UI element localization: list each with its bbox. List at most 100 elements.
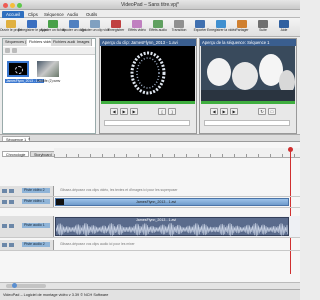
zoom-slider-handle[interactable] [12,283,17,288]
audio-track-1-name: Piste audio 1 [22,223,50,228]
track-lock-icon[interactable] [2,224,7,228]
timeline-panel: Chronologie Storyboard Piste vidéo 2 Gli… [0,141,300,289]
sequence-next-icon[interactable]: ▶ [230,108,238,115]
save-icon [27,20,37,28]
timeline-scrollbar[interactable] [0,282,300,289]
toolbar-blank-clip-button[interactable]: Ajouter un clip vide [81,19,110,36]
help-icon [279,20,289,28]
bin-view-icon[interactable] [5,48,10,53]
blank-clip-icon [90,20,100,28]
video-track-2-name: Piste vidéo 2 [22,188,50,193]
clip-timecode-bar [104,120,190,126]
clip-trim-bar[interactable] [101,101,195,104]
playhead-handle-icon[interactable] [288,147,293,152]
sequence-timecode-bar [204,120,290,126]
track-visibility-icon[interactable] [9,189,14,193]
clip-play-icon[interactable]: ▶ [120,108,128,115]
add-object-icon [69,20,79,28]
tab-accueil[interactable]: Accueil [2,11,25,18]
menu-tab-bar: Accueil Clips Séquence Audio Outils [0,10,300,18]
window-title: VideoPad – Sans titre.vpj* [120,2,179,8]
bin-tab-images[interactable]: Images [75,39,93,46]
bin-thumb-image [15,66,23,74]
video-track-1-name: Piste vidéo 1 [22,199,50,204]
clip-preview-panel: Aperçu du clip: JamesFlynn_2013 - 1.avi … [99,38,197,134]
clip-preview-image [130,51,166,95]
share-icon [237,20,247,28]
toolbar-audio-effects-button[interactable]: Effets audio [149,19,167,36]
sequence-fullscreen-icon[interactable]: □ [268,108,276,115]
toolbar-suite-button[interactable]: Suite [255,19,271,36]
toolbar-add-file-button[interactable]: Ajouter un fichier [40,19,66,36]
audio-track-2-hint: Glissez-déposez vos clips audio ici pour… [60,242,135,246]
toolbar-add-object-button[interactable]: Ajouter un objet [62,19,86,36]
track-mute-icon[interactable] [9,224,14,228]
suite-icon [258,20,268,28]
toolbar-export-button[interactable]: Exporter [192,19,208,36]
storyboard-mode-tab[interactable]: Storyboard [30,151,56,157]
track-lock-icon[interactable] [2,189,7,193]
transition-icon [174,20,184,28]
video-track-2-header: Piste vidéo 2 [0,186,54,196]
toolbar-help-button[interactable]: Aide [276,19,292,36]
video-effects-icon [132,20,142,28]
playhead-marker[interactable] [290,148,291,274]
sequence-loop-icon[interactable]: ↻ [258,108,266,115]
add-file-icon [48,20,58,28]
toolbar-folder-button[interactable]: Ouvrir le projet [0,19,22,36]
audio-waveform [56,223,288,236]
bin-list-icon[interactable] [12,48,17,53]
clip-preview-title: Aperçu du clip: JamesFlynn_2013 - 1.avi [100,39,196,46]
tab-audio[interactable]: Audio [63,11,82,18]
video-track-2: Piste vidéo 2 Glissez-déposez vos clips … [0,186,300,197]
export-icon [195,20,205,28]
bin-thumb-wildlife[interactable] [37,61,59,77]
sequence-trim-bar[interactable] [201,101,295,104]
audio-clip[interactable]: JamesFlynn_2013 - 1.avi [55,217,289,236]
toolbar-record-button[interactable]: Enregistrer [108,19,124,36]
record-icon [111,20,121,28]
track-lock-icon[interactable] [2,200,7,204]
toolbar-transition-button[interactable]: Transition [171,19,187,36]
status-bar: VideoPad – Logiciel de montage vidéo v 3… [0,289,300,300]
clip-next-icon[interactable]: ▶ [130,108,138,115]
toolbar-label: Aide [280,28,288,32]
title-bar: VideoPad – Sans titre.vpj* [0,0,300,10]
clip-mark-in-icon[interactable]: [ [158,108,166,115]
toolbar-video-effects-button[interactable]: Effets vidéo [128,19,146,36]
video-clip-label: JamesFlynn_2013 - 1.avi [136,200,177,204]
video-track-1: Piste vidéo 1 JamesFlynn_2013 - 1.avi [0,197,300,208]
audio-clip-label: JamesFlynn_2013 - 1.avi [136,218,177,222]
audio-track-1-header: Piste audio 1 [0,216,54,237]
timeline-ruler[interactable] [54,148,300,158]
toolbar-share-button[interactable]: Partager [234,19,250,36]
bin-toolbar [3,47,95,55]
bin-caption-wildlife: Wildlife (2).wmv [37,79,61,83]
audio-effects-icon [153,20,163,28]
clip-mark-out-icon[interactable]: ] [168,108,176,115]
sequence-preview-image [201,46,295,101]
track-mute-icon[interactable] [9,243,14,247]
video-track-1-header: Piste vidéo 1 [0,197,54,207]
video-clip[interactable]: JamesFlynn_2013 - 1.avi [55,198,289,206]
toolbar-save-button[interactable]: Enregistrer le projet [18,19,48,36]
folder-icon [6,20,16,28]
tab-outils[interactable]: Outils [82,11,101,18]
sequence-play-icon[interactable]: ▶ [220,108,228,115]
sequence-prev-icon[interactable]: ◀ [210,108,218,115]
sequence-preview-screen [201,46,295,101]
toolbar-save-video-button[interactable]: Enregistrer la vidéo [207,19,236,36]
track-visibility-icon[interactable] [9,200,14,204]
media-bin: Séquences (1) Fichiers vidéo (2) Fichier… [2,38,96,134]
clip-prev-icon[interactable]: ◀ [110,108,118,115]
sequence-preview-title: Aperçu de la séquence: Séquence 1 [200,39,296,46]
sequence-preview-panel: Aperçu de la séquence: Séquence 1 ◀ ▶ ▶ … [199,38,297,134]
timeline-mode-tab[interactable]: Chronologie [2,151,30,157]
video-clip-thumb [56,199,64,205]
track-lock-icon[interactable] [2,243,7,247]
bin-thumb-jamesflynn[interactable] [7,61,29,77]
audio-track-2-header: Piste audio 2 [0,240,54,250]
clip-preview-screen [101,46,195,101]
audio-track-2-name: Piste audio 2 [22,242,50,247]
status-text: VideoPad – Logiciel de montage vidéo v 3… [3,293,109,297]
